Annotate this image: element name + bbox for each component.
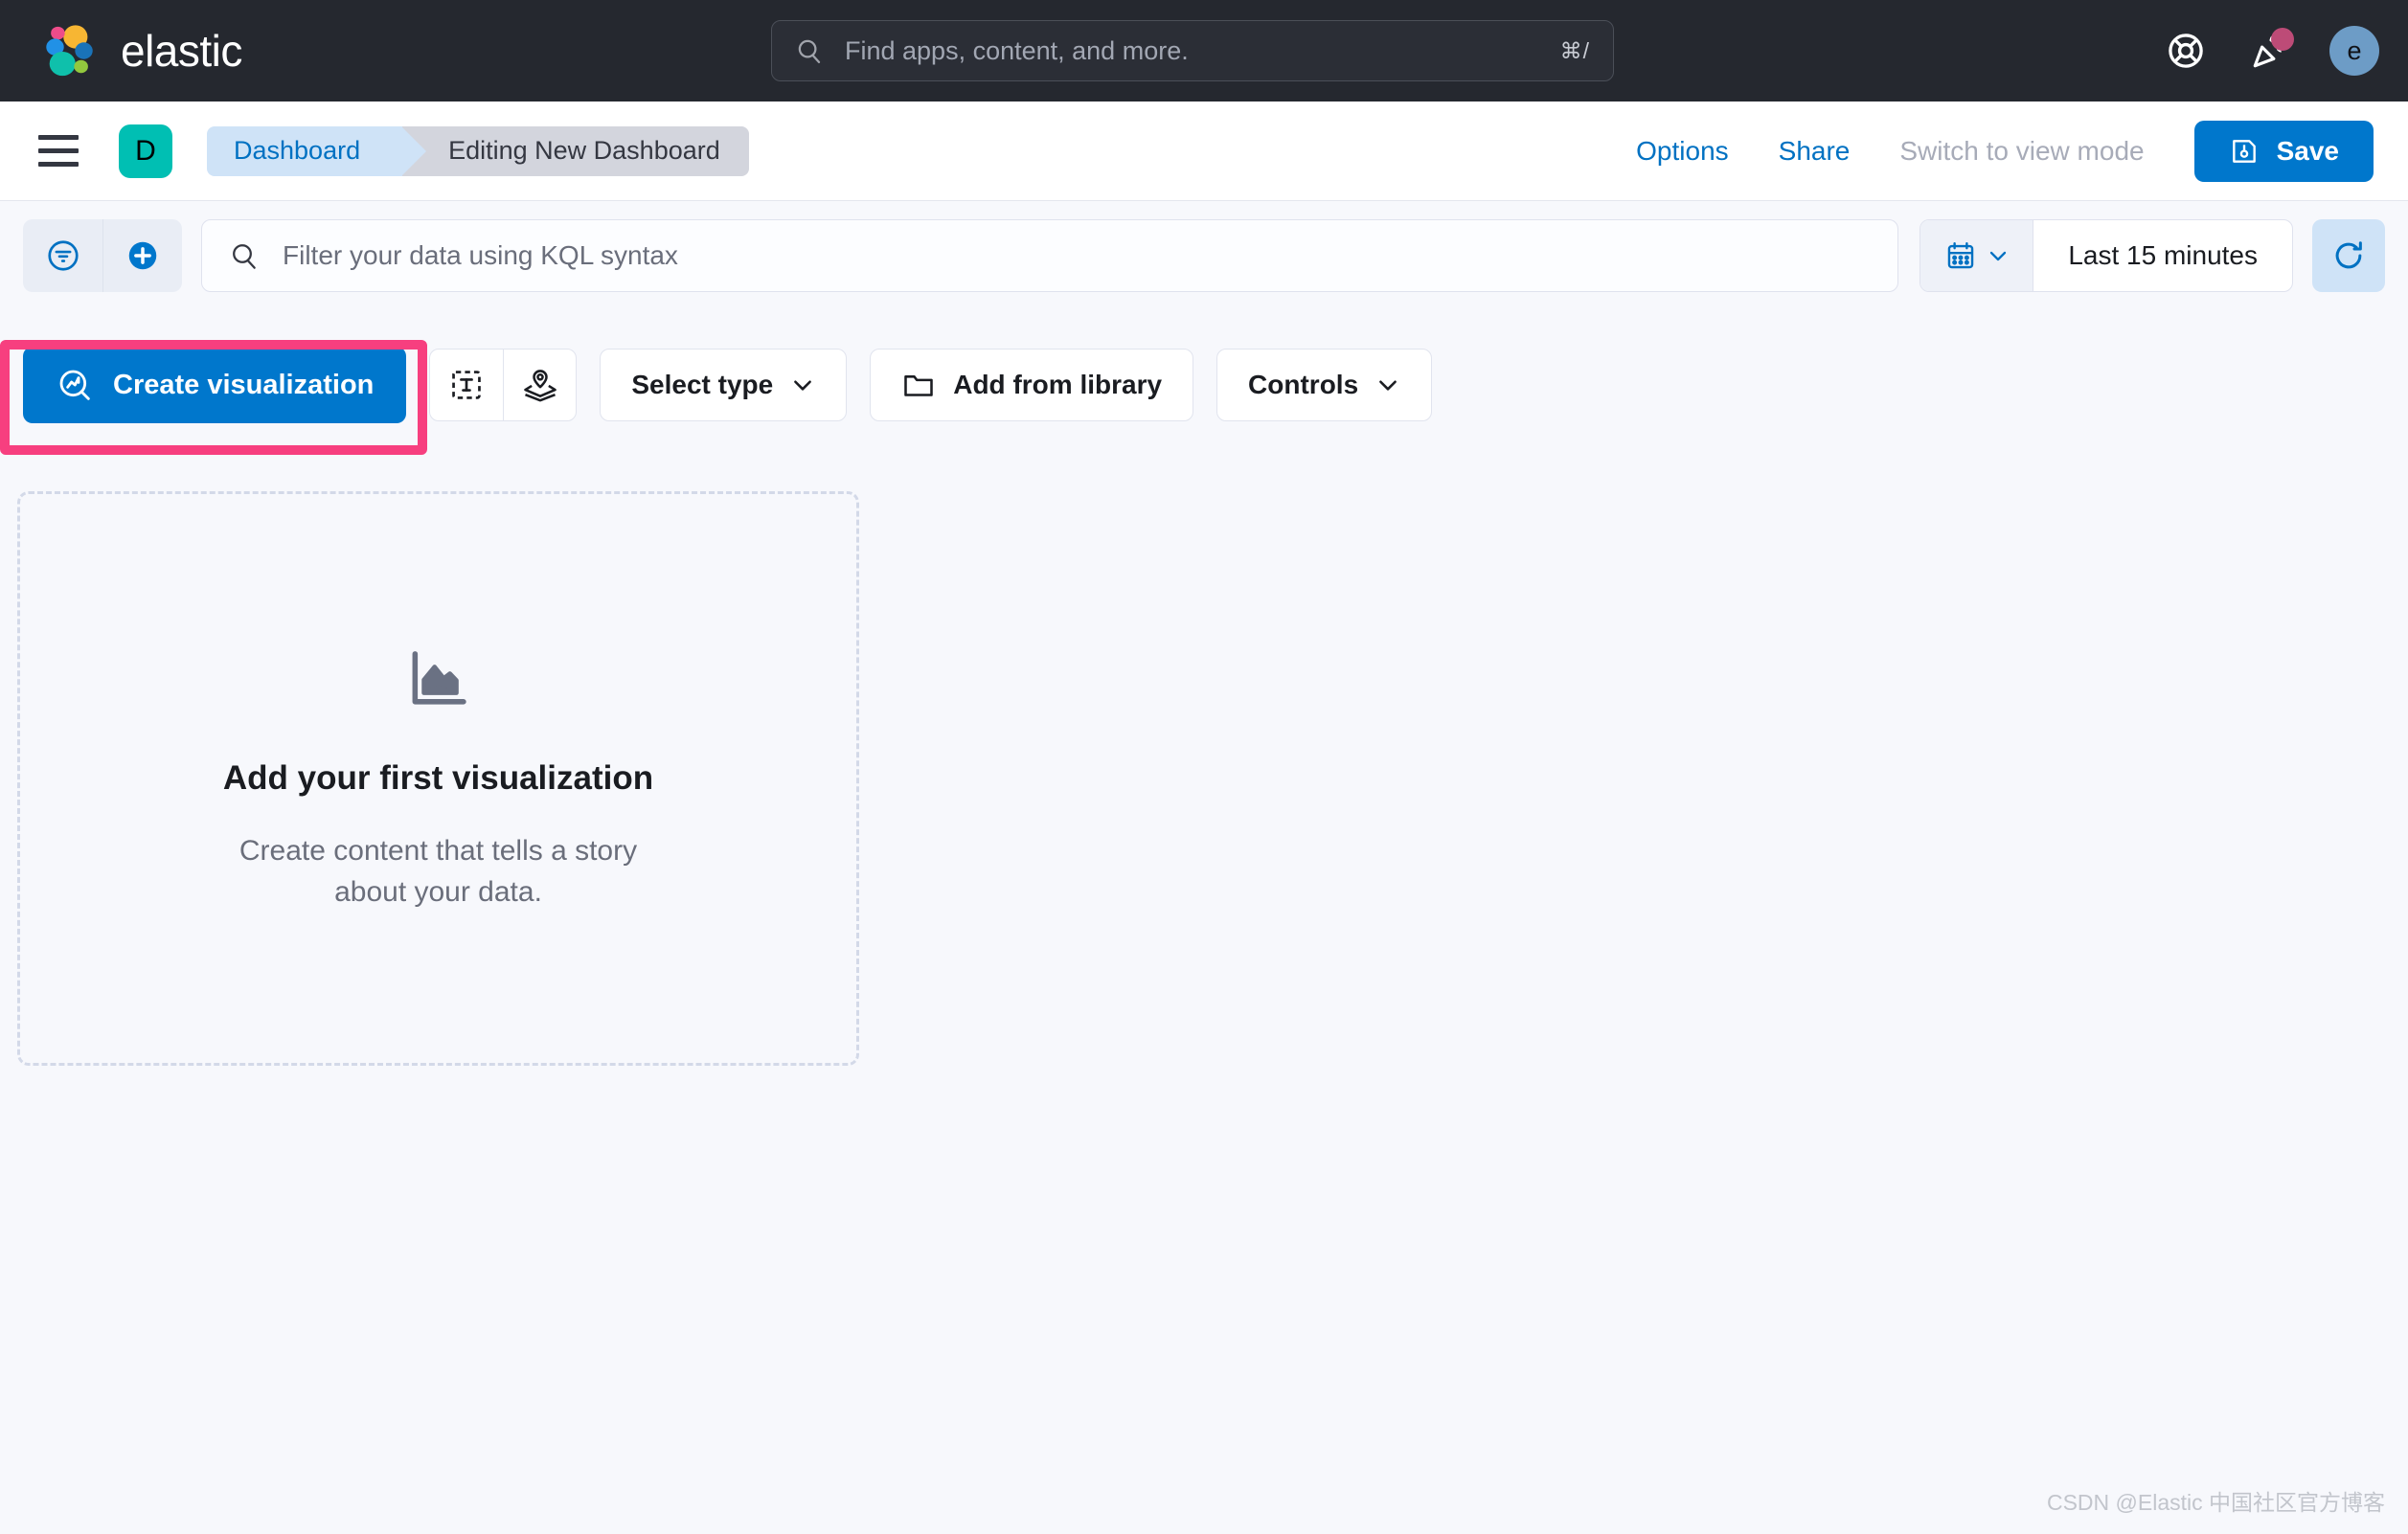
breadcrumb: Dashboard Editing New Dashboard [207,125,749,176]
folder-open-icon [904,375,934,396]
top-nav-actions: e [2161,0,2379,102]
news-announcements-button[interactable] [2245,26,2295,76]
share-button[interactable]: Share [1754,136,1875,167]
add-text-panel-button[interactable] [430,350,503,420]
global-top-nav: elastic Find apps, content, and more. ⌘/ [0,0,2408,102]
options-button[interactable]: Options [1611,136,1754,167]
search-icon [233,243,256,269]
area-chart-icon [412,650,466,705]
plus-circle-icon [128,241,157,269]
breadcrumb-item-dashboard[interactable]: Dashboard [207,125,427,176]
controls-label: Controls [1248,370,1359,399]
kql-placeholder: Filter your data using KQL syntax [283,239,678,270]
save-button[interactable]: Save [2193,121,2374,182]
add-from-library-button[interactable]: Add from library [870,349,1194,421]
watermark: CSDN @Elastic 中国社区官方博客 [2046,1490,2385,1515]
date-range-label[interactable]: Last 15 minutes [2033,240,2292,271]
select-type-dropdown[interactable]: Select type [600,349,848,421]
hamburger-bar [38,162,79,167]
empty-state-title: Add your first visualization [222,758,654,797]
empty-state-subtitle: Create content that tells a story about … [239,834,638,909]
filter-button-group [23,218,182,292]
hamburger-bar [38,148,79,153]
switch-to-view-mode-button[interactable]: Switch to view mode [1874,136,2169,167]
refresh-button[interactable] [2312,218,2385,292]
chevron-down-icon [1989,251,2006,260]
kql-search-input[interactable]: Filter your data using KQL syntax [201,218,1899,292]
notification-dot [2271,28,2294,51]
date-quick-select-button[interactable] [1920,219,2034,291]
lens-visualization-icon [59,370,90,400]
refresh-icon [2335,240,2362,268]
add-filter-button[interactable] [102,218,182,292]
search-shortcut-badge: ⌘/ [1559,37,1590,63]
create-visualization-button[interactable]: Create visualization [23,347,407,423]
filter-icon [47,239,79,271]
app-badge-dashboard[interactable]: D [119,124,172,178]
dashboard-edit-toolbar: Create visualization Select type Add fro… [0,347,1433,423]
map-layers-icon [524,370,557,402]
global-search-placeholder: Find apps, content, and more. [845,35,1189,65]
query-bar: Filter your data using KQL syntax Last 1… [0,201,2408,309]
lifebuoy-icon [2169,34,2203,68]
hamburger-menu-icon[interactable] [38,130,80,172]
save-label: Save [2276,136,2339,166]
search-icon [798,39,821,63]
breadcrumb-label: Editing New Dashboard [448,136,720,165]
save-disk-icon [2232,140,2256,163]
chevron-down-icon [1379,380,1397,391]
breadcrumb-label: Dashboard [234,136,361,165]
header-actions: Options Share Switch to view mode Save [1611,102,2374,201]
empty-dashboard-panel[interactable]: Add your first visualization Create cont… [17,491,859,1066]
breadcrumb-item-editing[interactable]: Editing New Dashboard [402,125,749,176]
help-button[interactable] [2161,26,2211,76]
calendar-icon [1947,241,1974,268]
chevron-down-icon [794,380,812,391]
brand-name: elastic [121,26,242,76]
select-type-label: Select type [631,370,774,399]
controls-dropdown[interactable]: Controls [1216,349,1433,421]
global-search-input[interactable]: Find apps, content, and more. ⌘/ [771,20,1614,81]
create-visualization-label: Create visualization [113,369,375,400]
dashboard-header: D Dashboard Editing New Dashboard Option… [0,102,2408,201]
elastic-brand[interactable]: elastic [40,21,242,80]
hamburger-bar [38,135,79,140]
add-map-panel-button[interactable] [503,350,576,420]
text-box-icon [452,371,482,399]
user-avatar[interactable]: e [2329,26,2379,76]
date-picker: Last 15 minutes [1920,218,2293,292]
filter-options-button[interactable] [23,218,102,292]
elastic-logo-icon [46,25,93,77]
add-from-library-label: Add from library [953,370,1163,399]
panel-type-icon-group [429,349,578,421]
